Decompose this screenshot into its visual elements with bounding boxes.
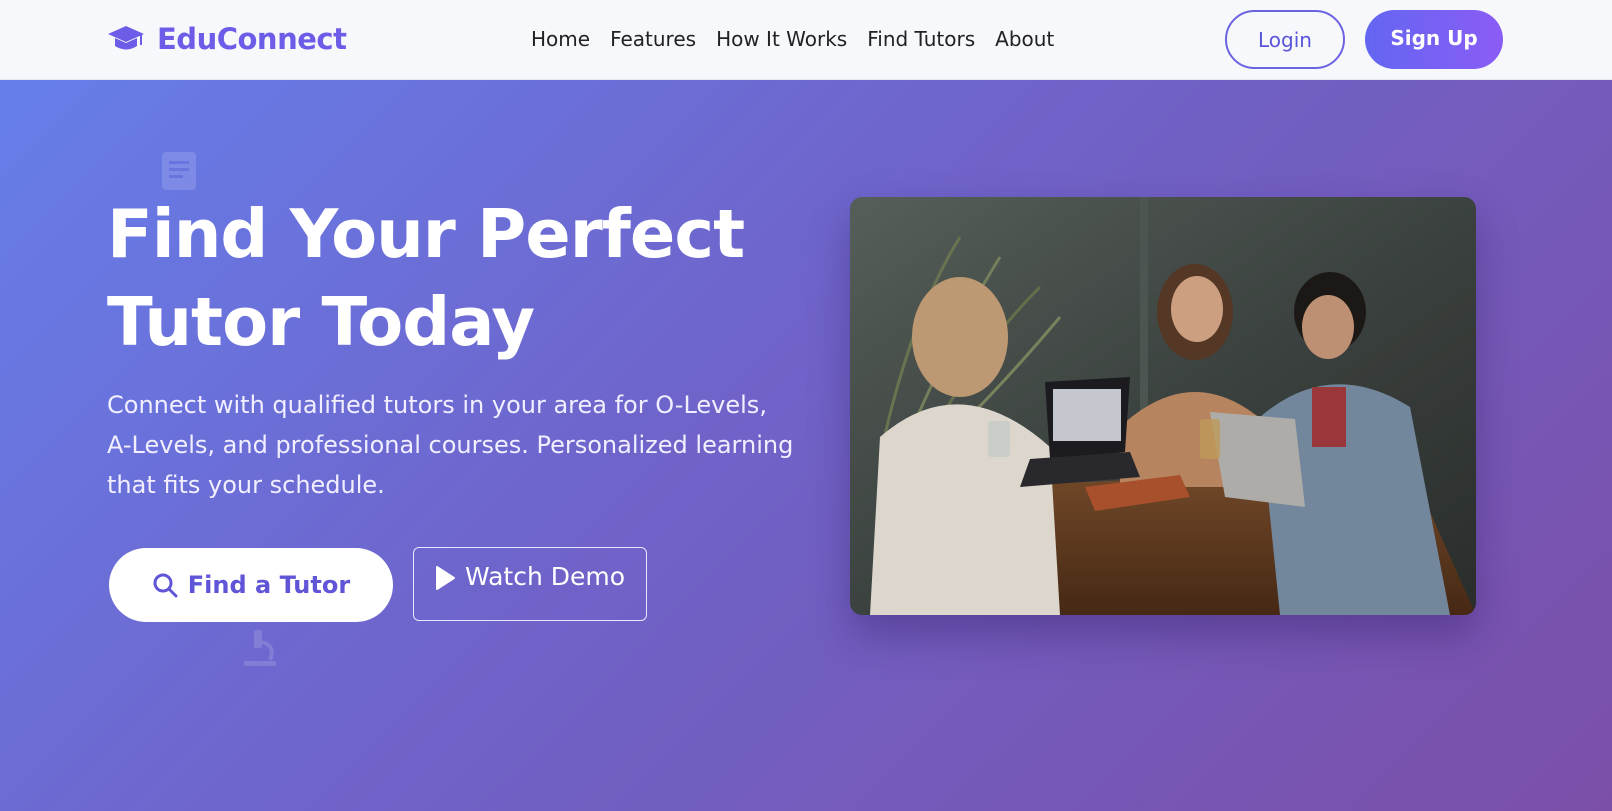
search-icon: [153, 573, 178, 598]
hero-subtitle: Connect with qualified tutors in your ar…: [107, 391, 794, 499]
main-nav: Home Features How It Works Find Tutors A…: [531, 24, 1074, 54]
find-tutor-label: Find a Tutor: [187, 571, 351, 599]
hero-title: Find Your Perfect Tutor Today: [107, 190, 807, 366]
hero-title-line-2: Tutor Today: [107, 283, 535, 361]
brand-name: EduConnect: [157, 22, 347, 56]
find-tutor-button[interactable]: Find a Tutor: [109, 548, 393, 622]
brand-logo[interactable]: EduConnect: [107, 18, 347, 60]
nav-how-it-works[interactable]: How It Works: [716, 24, 847, 54]
graduation-cap-icon: [107, 23, 147, 55]
watch-demo-label: Watch Demo: [464, 562, 626, 591]
watch-demo-button[interactable]: Watch Demo: [413, 547, 647, 621]
book-icon: [162, 152, 196, 190]
nav-find-tutors[interactable]: Find Tutors: [867, 24, 975, 54]
microscope-icon: [244, 630, 276, 666]
hero-section: Find Your Perfect Tutor Today Connect wi…: [0, 80, 1612, 811]
hero-photo: [850, 197, 1476, 615]
nav-features[interactable]: Features: [610, 24, 696, 54]
signup-button[interactable]: Sign Up: [1365, 10, 1503, 69]
nav-home[interactable]: Home: [531, 24, 590, 54]
top-navbar: EduConnect Home Features How It Works Fi…: [0, 0, 1612, 80]
nav-about[interactable]: About: [995, 24, 1054, 54]
login-button[interactable]: Login: [1225, 10, 1345, 69]
hero-title-line-1: Find Your Perfect: [107, 195, 745, 273]
play-icon: [435, 566, 455, 590]
